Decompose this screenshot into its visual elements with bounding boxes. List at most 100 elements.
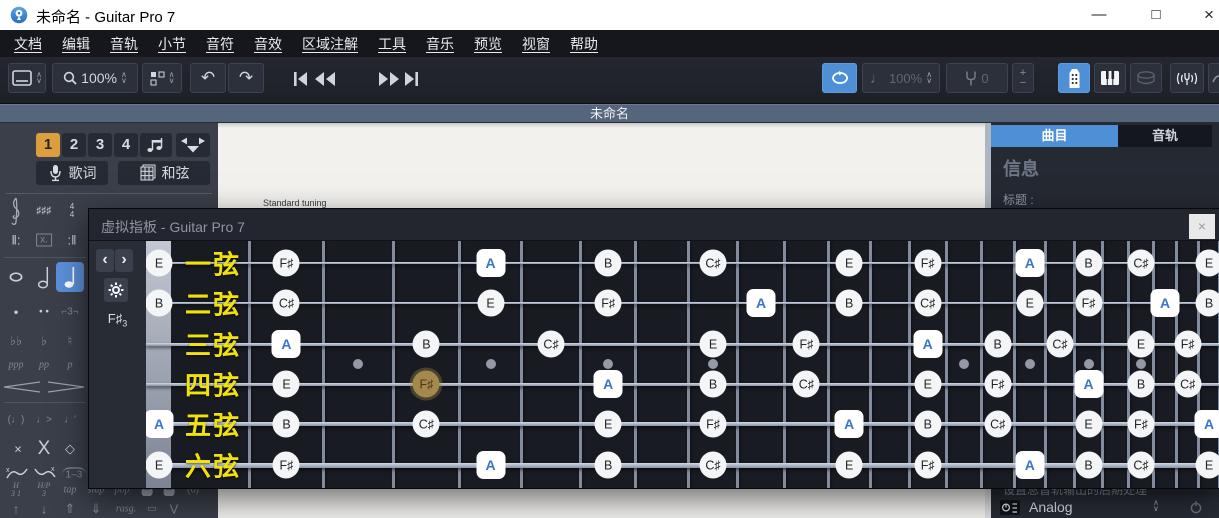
note-marker[interactable]: F♯ bbox=[1174, 331, 1201, 358]
note-marker[interactable]: E bbox=[914, 371, 941, 398]
keyboard-view-button[interactable] bbox=[1094, 63, 1126, 93]
note-marker[interactable]: C♯ bbox=[914, 290, 941, 317]
drum-view-button[interactable] bbox=[1130, 63, 1162, 93]
note-marker[interactable]: C♯ bbox=[538, 331, 565, 358]
note-marker[interactable]: F♯ bbox=[984, 371, 1011, 398]
voice-1-button[interactable]: 1 bbox=[36, 133, 60, 157]
virtual-fretboard-window[interactable]: 虚拟指板 - Guitar Pro 7 × ‹ › F♯3 EF♯ABC♯EF♯… bbox=[88, 208, 1219, 489]
hammer-pull-icon[interactable]: H/P 3 bbox=[38, 482, 51, 498]
menu-item-10[interactable]: 视窗 bbox=[512, 34, 560, 54]
note-marker[interactable]: C♯ bbox=[1128, 452, 1155, 479]
next-beat-button[interactable]: › bbox=[115, 249, 133, 272]
voice-2-button[interactable]: 2 bbox=[62, 133, 86, 157]
lyrics-button[interactable]: 歌词 bbox=[36, 161, 108, 185]
fast-forward-button[interactable] bbox=[378, 70, 400, 88]
root-note-marker[interactable]: A bbox=[913, 330, 942, 358]
zoom-control[interactable]: 100% ∧∨ bbox=[52, 63, 138, 93]
root-note-marker[interactable]: A bbox=[1015, 451, 1044, 479]
note-marker[interactable]: C♯ bbox=[1174, 371, 1201, 398]
redo-button[interactable]: ↷ bbox=[228, 63, 264, 93]
treble-clef-icon[interactable] bbox=[9, 196, 23, 226]
line-in-button[interactable] bbox=[1208, 63, 1219, 93]
flat-icon[interactable]: ♭ bbox=[41, 333, 47, 349]
note-marker[interactable]: E bbox=[1196, 250, 1219, 277]
note-marker[interactable]: C♯ bbox=[700, 250, 727, 277]
note-marker[interactable]: B bbox=[1196, 290, 1219, 317]
note-marker[interactable]: F♯ bbox=[914, 452, 941, 479]
root-note-marker[interactable]: A bbox=[476, 249, 505, 277]
crescendo-icon[interactable] bbox=[2, 381, 42, 393]
root-note-marker[interactable]: A bbox=[747, 289, 776, 317]
guitar-string[interactable] bbox=[146, 422, 1219, 426]
go-to-end-button[interactable] bbox=[402, 70, 420, 88]
note-marker[interactable]: E bbox=[700, 331, 727, 358]
loop-button[interactable] bbox=[822, 63, 857, 93]
natural-icon[interactable]: ♮ bbox=[68, 333, 73, 349]
menu-item-5[interactable]: 音效 bbox=[244, 34, 292, 54]
note-marker[interactable]: E bbox=[1075, 411, 1102, 438]
note-marker[interactable]: F♯ bbox=[700, 411, 727, 438]
ghost-note-icon[interactable]: (♩) bbox=[8, 415, 25, 426]
guitar-string[interactable] bbox=[146, 463, 1219, 468]
menu-item-0[interactable]: 文档 bbox=[4, 34, 52, 54]
brush-down-icon[interactable]: ⇓ bbox=[91, 501, 102, 517]
note-marker[interactable]: B bbox=[1075, 452, 1102, 479]
menu-item-4[interactable]: 音符 bbox=[196, 34, 244, 54]
note-marker[interactable]: C♯ bbox=[1047, 331, 1074, 358]
note-marker[interactable]: B bbox=[1128, 371, 1155, 398]
dead-note-icon[interactable]: X bbox=[38, 438, 51, 460]
root-note-marker[interactable]: A bbox=[146, 410, 174, 438]
note-marker[interactable]: E bbox=[1128, 331, 1155, 358]
double-flat-icon[interactable]: ♭♭ bbox=[10, 333, 22, 349]
strum-direction-button[interactable] bbox=[176, 133, 210, 157]
ppp-dynamic-icon[interactable]: ppp bbox=[9, 360, 24, 371]
pp-dynamic-icon[interactable]: pp bbox=[39, 360, 49, 371]
relative-speed-control[interactable]: ♩ 100% ∧∨ bbox=[862, 63, 940, 93]
note-marker[interactable]: B bbox=[595, 250, 622, 277]
decrescendo-icon[interactable] bbox=[46, 381, 86, 393]
simile-mark-icon[interactable]: x. bbox=[36, 234, 52, 247]
guitar-string[interactable] bbox=[146, 262, 1219, 264]
tuner-button[interactable] bbox=[1170, 63, 1204, 93]
minimize-button[interactable]: — bbox=[1082, 3, 1116, 27]
note-marker[interactable]: B bbox=[700, 371, 727, 398]
note-marker[interactable]: B bbox=[1075, 250, 1102, 277]
fretboard-titlebar[interactable]: 虚拟指板 - Guitar Pro 7 × bbox=[89, 209, 1219, 241]
menu-item-11[interactable]: 帮助 bbox=[560, 34, 608, 54]
transpose-control[interactable]: 0 bbox=[946, 63, 1008, 93]
double-dotted-note-icon[interactable]: • • bbox=[39, 307, 49, 318]
menu-item-6[interactable]: 区域注解 bbox=[292, 34, 368, 54]
minus-icon[interactable]: − bbox=[1020, 78, 1026, 88]
repeat-open-icon[interactable]: ‖: bbox=[12, 233, 21, 248]
note-marker[interactable]: F♯ bbox=[914, 250, 941, 277]
quarter-note-icon[interactable] bbox=[56, 262, 84, 292]
tuplet-icon[interactable]: ⌐3¬ bbox=[61, 307, 78, 318]
fretboard[interactable]: EF♯ABC♯EF♯ABC♯EBC♯EF♯ABC♯EF♯ABABC♯EF♯ABC… bbox=[146, 241, 1219, 488]
note-marker[interactable]: F♯ bbox=[273, 250, 300, 277]
zoom-spinner[interactable]: ∧∨ bbox=[121, 72, 127, 84]
prev-beat-button[interactable]: ‹ bbox=[96, 249, 114, 272]
chevron-updown-icon[interactable]: ∧∨ bbox=[1153, 500, 1159, 512]
note-marker[interactable]: E bbox=[273, 371, 300, 398]
guitar-string[interactable] bbox=[146, 302, 1219, 304]
note-marker[interactable]: B bbox=[836, 290, 863, 317]
brush-up-icon[interactable]: ⇑ bbox=[65, 501, 76, 517]
maximize-button[interactable]: □ bbox=[1139, 3, 1173, 27]
whole-note-icon[interactable] bbox=[9, 272, 24, 282]
menu-item-2[interactable]: 音轨 bbox=[100, 34, 148, 54]
fretboard-settings-button[interactable] bbox=[104, 278, 128, 302]
rewind-button[interactable] bbox=[314, 70, 336, 88]
heavy-accent-icon[interactable]: × bbox=[14, 442, 22, 457]
arpeggio-up-icon[interactable]: ↑ bbox=[13, 502, 20, 517]
fretboard-view-button[interactable] bbox=[1058, 63, 1090, 93]
root-note-marker[interactable]: A bbox=[594, 370, 623, 398]
voice-3-button[interactable]: 3 bbox=[88, 133, 112, 157]
note-marker[interactable]: B bbox=[146, 290, 173, 317]
harmonic-icon[interactable]: ◇ bbox=[65, 441, 75, 457]
root-note-marker[interactable]: A bbox=[1151, 289, 1180, 317]
master-output-row[interactable]: Analog ∧∨ bbox=[991, 497, 1219, 518]
note-marker[interactable]: F♯ bbox=[793, 331, 820, 358]
p-dynamic-icon[interactable]: p bbox=[68, 360, 73, 371]
pickstroke-icon[interactable]: ▭ bbox=[147, 504, 156, 515]
note-marker[interactable]: B bbox=[914, 411, 941, 438]
